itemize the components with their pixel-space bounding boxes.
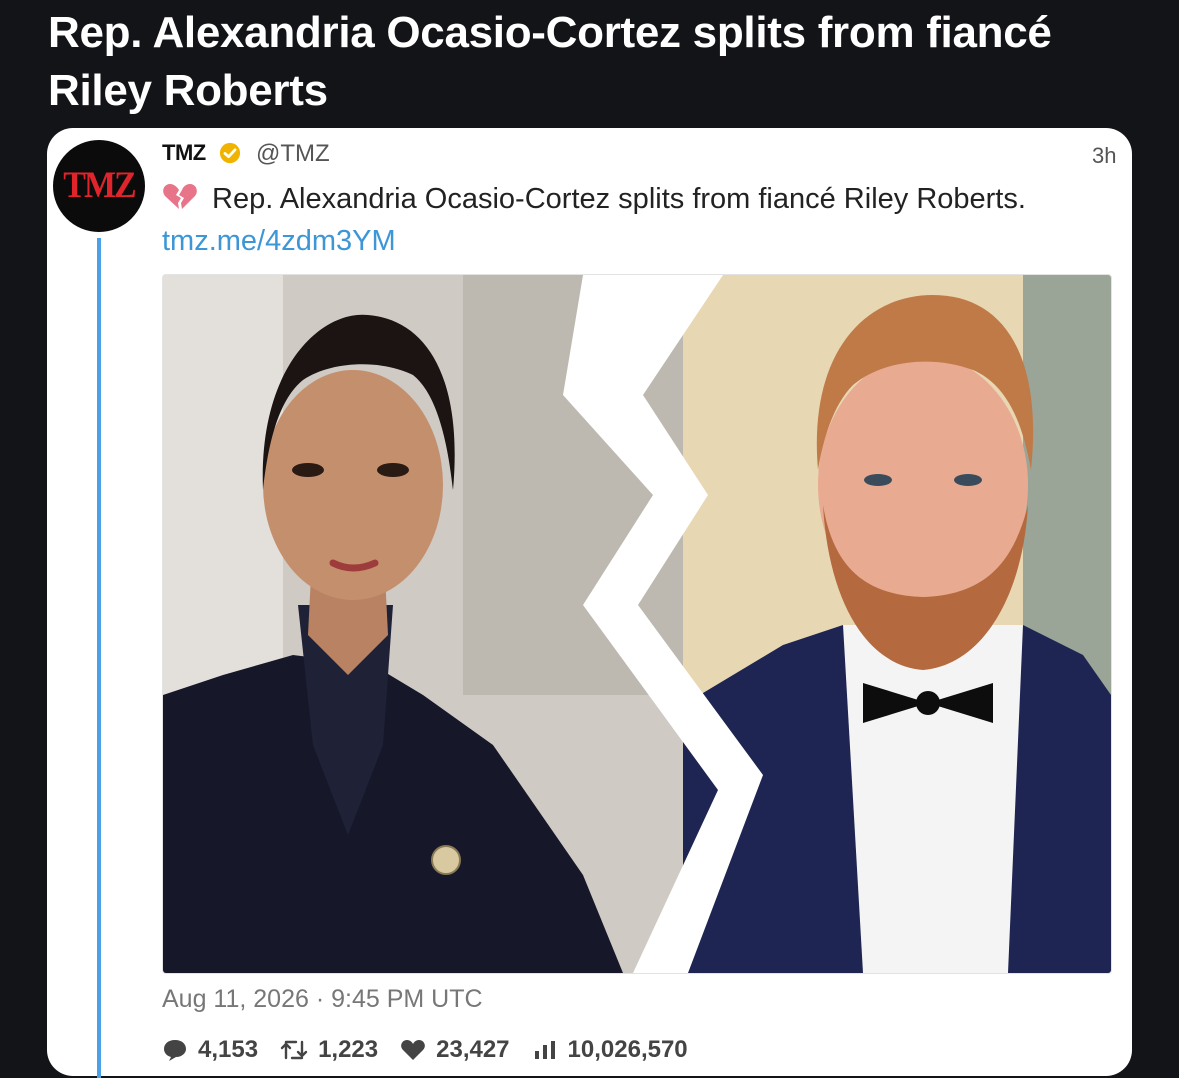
man-shirt — [843, 625, 1023, 973]
split-photo-illustration — [163, 275, 1111, 973]
retweet-icon — [280, 1040, 308, 1060]
views-stat[interactable]: 10,026,570 — [532, 1036, 688, 1064]
tweet-stats: 4,153 1,223 23,427 10,026,570 — [162, 1033, 710, 1067]
broken-heart-icon — [163, 184, 197, 209]
reply-stat[interactable]: 4,153 — [162, 1036, 258, 1064]
reply-icon — [164, 1040, 186, 1061]
tweet-time[interactable]: 3h — [1092, 143, 1116, 169]
tmz-avatar[interactable]: TMZ — [53, 140, 145, 232]
author-handle[interactable]: @TMZ — [256, 140, 330, 168]
tweet-image[interactable] — [162, 274, 1112, 974]
tweet-date[interactable]: Aug 11, 2026 · 9:45 PM UTC — [162, 985, 483, 1014]
thread-line — [97, 238, 101, 1078]
author-name[interactable]: TMZ — [162, 140, 206, 166]
tweet-text: Rep. Alexandria Ocasio-Cortez splits fro… — [162, 178, 1082, 262]
tweet-link[interactable]: tmz.me/4zdm3YM — [162, 225, 396, 257]
reply-count: 4,153 — [198, 1036, 259, 1063]
views-icon — [534, 1041, 555, 1059]
views-count: 10,026,570 — [567, 1036, 688, 1063]
like-stat[interactable]: 23,427 — [400, 1036, 510, 1064]
lapel-pin — [431, 845, 461, 875]
tweet-text-main: Rep. Alexandria Ocasio-Cortez splits fro… — [212, 183, 1026, 215]
verified-badge-icon — [219, 142, 241, 164]
avatar-logo-text: TMZ — [63, 165, 136, 206]
retweet-count: 1,223 — [318, 1036, 379, 1063]
page-headline: Rep. Alexandria Ocasio-Cortez splits fro… — [48, 8, 1052, 115]
retweet-stat[interactable]: 1,223 — [280, 1036, 378, 1064]
like-count: 23,427 — [436, 1036, 510, 1063]
like-icon — [401, 1040, 425, 1060]
